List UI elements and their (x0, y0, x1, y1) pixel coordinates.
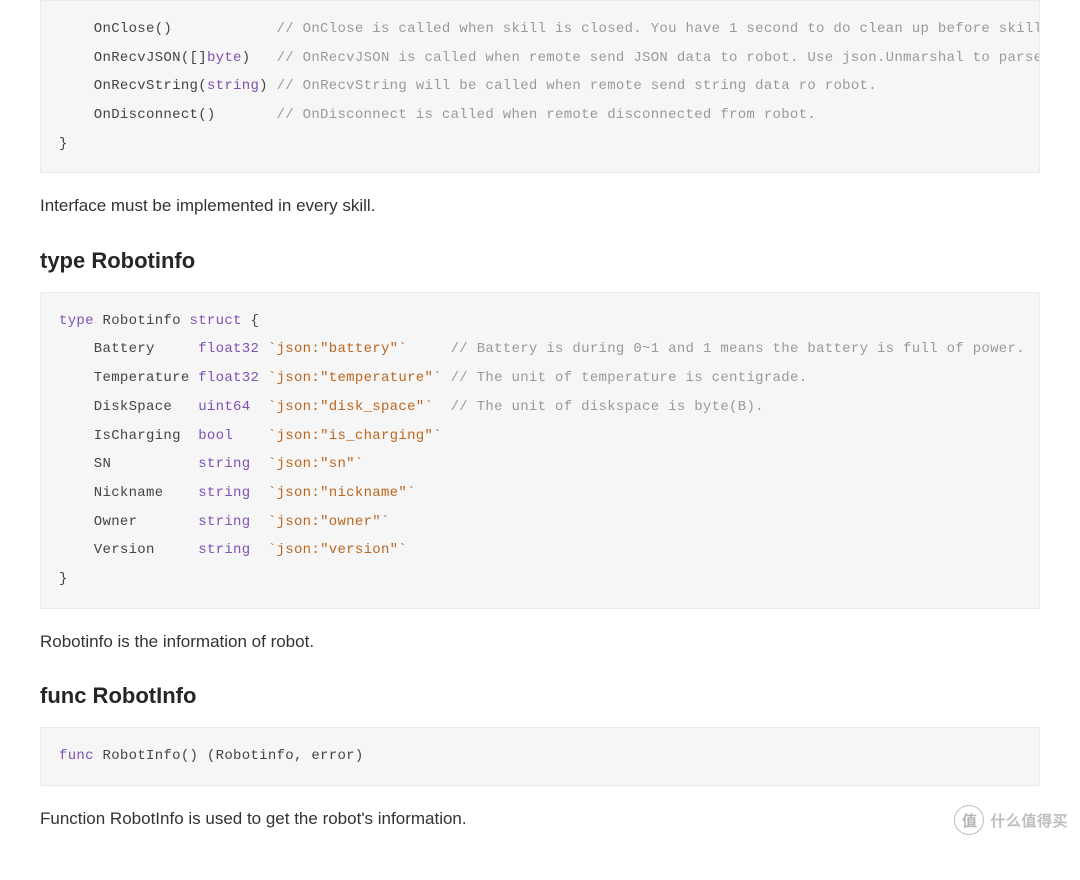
code-text: OnClose() (59, 21, 277, 37)
code-comment: // OnDisconnect is called when remote di… (277, 107, 816, 123)
code-text: { (242, 313, 259, 329)
code-block-func-robotinfo: func RobotInfo() (Robotinfo, error) (40, 727, 1040, 786)
code-comment: // OnRecvJSON is called when remote send… (277, 50, 1039, 66)
paragraph-robotinfo-desc: Robotinfo is the information of robot. (40, 629, 1040, 655)
code-text: OnDisconnect() (59, 107, 277, 123)
watermark-badge: 值 (954, 805, 984, 835)
code-text: Robotinfo (94, 313, 190, 329)
code-scroll-static: func RobotInfo() (Robotinfo, error) (41, 728, 1039, 785)
code-text: OnRecvJSON([] (59, 50, 207, 66)
code-text: RobotInfo() (Robotinfo, error) (94, 748, 364, 764)
code-block-robotinfo: type Robotinfo struct { Battery float32 … (40, 292, 1040, 609)
heading-type-robotinfo: type Robotinfo (40, 248, 1040, 274)
code-text: OnRecvString( (59, 78, 207, 94)
doc-page: OnClose() // OnClose is called when skil… (0, 0, 1080, 880)
code-pre: type Robotinfo struct { Battery float32 … (59, 307, 1021, 594)
code-type: byte (207, 50, 242, 66)
code-type: string (207, 78, 259, 94)
watermark-text: 什么值得买 (990, 810, 1068, 831)
paragraph-func-desc: Function RobotInfo is used to get the ro… (40, 806, 1040, 832)
code-scroll[interactable]: OnClose() // OnClose is called when skil… (41, 1, 1039, 172)
code-keyword: struct (190, 313, 242, 329)
heading-func-robotinfo: func RobotInfo (40, 683, 1040, 709)
code-text: ) (242, 50, 277, 66)
code-comment: // OnClose is called when skill is close… (277, 21, 1039, 37)
code-text: ) (259, 78, 276, 94)
paragraph-interface-desc: Interface must be implemented in every s… (40, 193, 1040, 219)
code-keyword: func (59, 748, 94, 764)
code-scroll-static: type Robotinfo struct { Battery float32 … (41, 293, 1039, 608)
code-keyword: type (59, 313, 94, 329)
code-comment: // OnRecvString will be called when remo… (277, 78, 877, 94)
code-pre: OnClose() // OnClose is called when skil… (59, 15, 1021, 158)
code-pre: func RobotInfo() (Robotinfo, error) (59, 742, 1021, 771)
code-text: } (59, 136, 68, 152)
watermark: 值 什么值得买 (954, 805, 1068, 835)
code-block-interface: OnClose() // OnClose is called when skil… (40, 0, 1040, 173)
